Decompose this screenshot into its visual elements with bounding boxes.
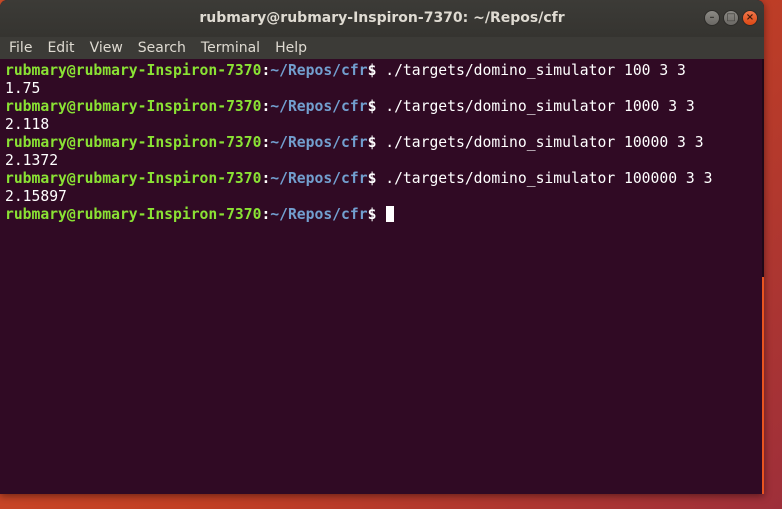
prompt-line: rubmary@rubmary-Inspiron-7370:~/Repos/cf… (5, 62, 686, 80)
terminal-window: rubmary@rubmary-Inspiron-7370: ~/Repos/c… (0, 0, 764, 494)
scrollbar-thumb[interactable] (762, 277, 764, 494)
menu-terminal[interactable]: Terminal (193, 37, 267, 59)
title-bar[interactable]: rubmary@rubmary-Inspiron-7370: ~/Repos/c… (0, 0, 764, 37)
prompt-colon: : (261, 134, 271, 151)
prompt-colon: : (261, 98, 271, 115)
menu-edit[interactable]: Edit (39, 37, 81, 59)
prompt-user-host: rubmary@rubmary-Inspiron-7370 (5, 62, 262, 79)
prompt-path: ~/Repos/cfr (270, 134, 368, 151)
prompt-dollar: $ (367, 206, 377, 223)
prompt-path: ~/Repos/cfr (270, 206, 368, 223)
prompt-user-host: rubmary@rubmary-Inspiron-7370 (5, 134, 262, 151)
command-text: ./targets/domino_simulator 100 3 3 (376, 62, 686, 79)
prompt-line: rubmary@rubmary-Inspiron-7370:~/Repos/cf… (5, 170, 712, 188)
command-output: 1.75 (5, 80, 41, 97)
prompt-colon: : (261, 62, 271, 79)
prompt-line: rubmary@rubmary-Inspiron-7370:~/Repos/cf… (5, 98, 695, 116)
menu-file[interactable]: File (0, 37, 39, 59)
maximize-icon[interactable]: □ (723, 10, 739, 26)
menu-bar: File Edit View Search Terminal Help (0, 37, 764, 59)
prompt-user-host: rubmary@rubmary-Inspiron-7370 (5, 206, 262, 223)
command-output: 2.118 (5, 116, 50, 133)
close-icon[interactable]: × (742, 10, 758, 26)
text-cursor (386, 206, 395, 222)
command-text: ./targets/domino_simulator 10000 3 3 (376, 134, 704, 151)
command-output: 2.1372 (5, 152, 59, 169)
prompt-colon: : (261, 170, 271, 187)
window-title: rubmary@rubmary-Inspiron-7370: ~/Repos/c… (199, 10, 565, 26)
command-text: ./targets/domino_simulator 100000 3 3 (376, 170, 713, 187)
prompt-colon: : (261, 206, 271, 223)
prompt-user-host: rubmary@rubmary-Inspiron-7370 (5, 170, 262, 187)
menu-search[interactable]: Search (130, 37, 193, 59)
command-text: ./targets/domino_simulator 1000 3 3 (376, 98, 695, 115)
window-controls: – □ × (704, 10, 758, 26)
command-output: 2.15897 (5, 188, 67, 205)
prompt-user-host: rubmary@rubmary-Inspiron-7370 (5, 98, 262, 115)
prompt-path: ~/Repos/cfr (270, 98, 368, 115)
menu-help[interactable]: Help (267, 37, 314, 59)
prompt-line: rubmary@rubmary-Inspiron-7370:~/Repos/cf… (5, 134, 704, 152)
menu-view[interactable]: View (82, 37, 130, 59)
active-prompt-line[interactable]: rubmary@rubmary-Inspiron-7370:~/Repos/cf… (5, 206, 395, 224)
minimize-icon[interactable]: – (704, 10, 720, 26)
prompt-path: ~/Repos/cfr (270, 170, 368, 187)
prompt-path: ~/Repos/cfr (270, 62, 368, 79)
terminal-output[interactable]: rubmary@rubmary-Inspiron-7370:~/Repos/cf… (0, 59, 762, 494)
